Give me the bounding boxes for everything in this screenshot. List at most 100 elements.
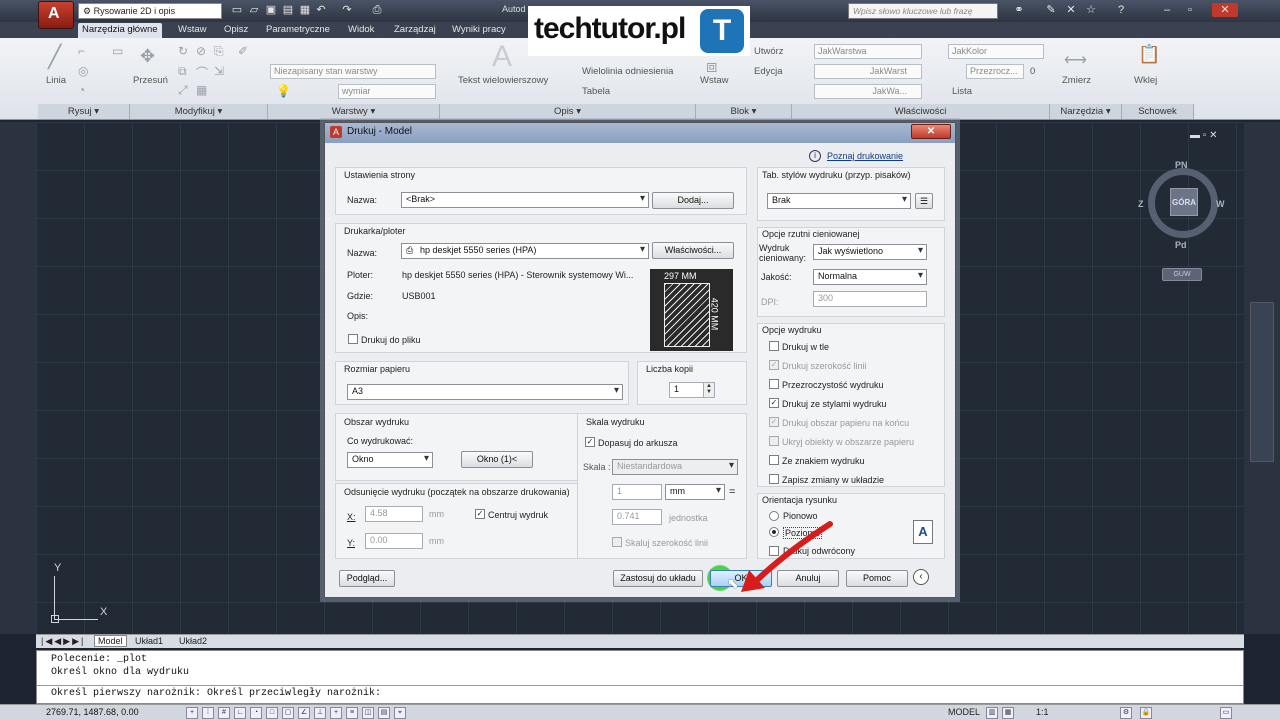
- quality-select[interactable]: Normalna: [813, 269, 927, 285]
- close-icon[interactable]: ✕: [1212, 3, 1238, 17]
- compass-north[interactable]: PN: [1175, 160, 1188, 170]
- plot-option-checkbox[interactable]: ✓: [769, 417, 779, 427]
- window-button[interactable]: Okno (1)<: [461, 451, 533, 468]
- center-plot-checkbox[interactable]: ✓: [475, 509, 485, 519]
- layer-state-select[interactable]: Niezapisany stan warstwy: [270, 64, 436, 79]
- shaded-plot-select[interactable]: Jak wyświetlono: [813, 244, 927, 260]
- panel-block[interactable]: Blok ▾: [696, 104, 792, 119]
- new-icon[interactable]: ▭: [230, 3, 244, 17]
- stretch-icon[interactable]: ⇲: [214, 64, 224, 78]
- wcs-menu[interactable]: GUW: [1162, 268, 1202, 281]
- exchange-icon[interactable]: ✕: [1064, 3, 1078, 17]
- snap-icon[interactable]: ⁞: [202, 707, 214, 719]
- viewcube-top-face[interactable]: GÓRA: [1170, 188, 1198, 216]
- star-icon[interactable]: ☆: [1084, 3, 1098, 17]
- qp-icon[interactable]: ▤: [378, 707, 390, 719]
- viewcube[interactable]: GÓRA PN Pd W Z: [1138, 160, 1225, 250]
- list-label[interactable]: Lista: [952, 86, 972, 97]
- layer-select[interactable]: wymiar: [338, 84, 436, 99]
- workspace-select[interactable]: ⚙ Rysowanie 2D i opis: [78, 3, 222, 19]
- plot-option-checkbox[interactable]: [769, 455, 779, 465]
- sc-icon[interactable]: ⌖: [394, 707, 406, 719]
- open-icon[interactable]: ▱: [247, 3, 261, 17]
- tab-layout2[interactable]: Układ2: [176, 636, 210, 646]
- scale-icon[interactable]: ⤢: [178, 83, 188, 98]
- tab-annotate[interactable]: Opisz: [220, 23, 252, 38]
- saveas-icon[interactable]: ▤: [281, 3, 295, 17]
- edit-label[interactable]: Edycja: [754, 66, 783, 77]
- polyline-icon[interactable]: ⌐: [78, 44, 85, 58]
- layer-property-select[interactable]: JakWarstwa: [814, 44, 922, 59]
- compass-east[interactable]: W: [1216, 199, 1225, 209]
- lightbulb-icon[interactable]: 💡: [276, 84, 291, 98]
- workspace-switch-icon[interactable]: ⚙: [1120, 707, 1132, 719]
- help-link[interactable]: Poznaj drukowanie: [827, 151, 903, 161]
- save-icon[interactable]: ▣: [264, 3, 278, 17]
- trim-icon[interactable]: ⊘: [196, 44, 206, 58]
- search-input[interactable]: Wpisz słowo kluczowe lub frazę: [848, 3, 998, 19]
- compass-west[interactable]: Z: [1138, 199, 1144, 209]
- redo-icon[interactable]: ↷: [340, 3, 354, 17]
- model-space-label[interactable]: MODEL: [948, 707, 980, 717]
- fillet-icon[interactable]: ⌒: [196, 64, 208, 81]
- quickview-layouts-icon[interactable]: ▥: [986, 707, 998, 719]
- tools-icon[interactable]: ✎: [1044, 3, 1058, 17]
- tab-layout1[interactable]: Układ1: [132, 636, 166, 646]
- scale-value1-input[interactable]: 1: [612, 484, 662, 500]
- clean-screen-icon[interactable]: ▭: [1220, 707, 1232, 719]
- text-icon[interactable]: A: [492, 40, 512, 74]
- panel-draw[interactable]: Rysuj ▾: [38, 104, 130, 119]
- dpi-input[interactable]: 300: [813, 291, 927, 307]
- tab-scroll-icon[interactable]: |◀◀▶▶|: [38, 636, 88, 647]
- table-label[interactable]: Tabela: [582, 86, 610, 97]
- tab-manage[interactable]: Zarządzaj: [390, 23, 440, 38]
- scale-lineweights-checkbox[interactable]: [612, 537, 622, 547]
- command-prompt[interactable]: Określ pierwszy narożnik: Określ przeciw…: [51, 688, 381, 699]
- paste-icon[interactable]: 📋: [1138, 44, 1160, 65]
- collapse-arrow-icon[interactable]: ‹: [913, 569, 929, 585]
- viewport-controls-icon[interactable]: ▬ ▫ ✕: [1190, 130, 1217, 141]
- copy-icon[interactable]: ⎘: [214, 44, 224, 59]
- application-menu-button[interactable]: A: [38, 1, 74, 29]
- nav-toolbar[interactable]: [1250, 302, 1274, 462]
- measure-icon[interactable]: ⟷: [1064, 50, 1087, 70]
- panel-layers[interactable]: Warstwy ▾: [268, 104, 440, 119]
- plot-option-checkbox[interactable]: [769, 379, 779, 389]
- mirror-icon[interactable]: ⧉: [178, 64, 187, 79]
- circle-icon[interactable]: ◎: [78, 64, 88, 78]
- lineweight-icon[interactable]: ≡: [346, 707, 358, 719]
- 3dosnap-icon[interactable]: ▢: [282, 707, 294, 719]
- apply-to-layout-button[interactable]: Zastosuj do układu: [613, 570, 703, 587]
- panel-annotation[interactable]: Opis ▾: [440, 104, 696, 119]
- help-button[interactable]: Pomoc: [846, 570, 908, 587]
- panel-utilities[interactable]: Narzędzia ▾: [1050, 104, 1122, 119]
- erase-icon[interactable]: ✐: [238, 44, 248, 58]
- cancel-button[interactable]: Anuluj: [777, 570, 839, 587]
- landscape-radio[interactable]: [769, 527, 779, 537]
- tab-model[interactable]: Model: [94, 635, 127, 647]
- undo-icon[interactable]: ↶: [314, 3, 328, 17]
- offset-y-input[interactable]: 0.00: [365, 533, 423, 549]
- plot-to-file-checkbox[interactable]: [348, 334, 358, 344]
- help-icon[interactable]: ?: [1114, 3, 1128, 17]
- color-select[interactable]: JakKolor: [948, 44, 1044, 59]
- otrack-icon[interactable]: ∠: [298, 707, 310, 719]
- quickview-drawings-icon[interactable]: ▦: [1002, 707, 1014, 719]
- compass-south[interactable]: Pd: [1175, 240, 1187, 250]
- panel-properties[interactable]: Właściwości: [792, 104, 1050, 119]
- mleader-label[interactable]: Wielolinia odniesienia: [582, 66, 673, 77]
- polar-icon[interactable]: ◔: [250, 707, 262, 719]
- tab-output[interactable]: Wyniki pracy: [448, 23, 510, 38]
- scale-value2-input[interactable]: 0.741: [612, 509, 662, 525]
- panel-modify[interactable]: Modyfikuj ▾: [130, 104, 268, 119]
- preview-button[interactable]: Podgląd...: [339, 570, 395, 587]
- printer-select[interactable]: ⎙ hp deskjet 5550 series (HPA): [401, 243, 649, 259]
- paper-size-select[interactable]: A3: [347, 384, 623, 400]
- plot-option-checkbox[interactable]: ✓: [769, 360, 779, 370]
- plot-icon[interactable]: ⎙: [370, 3, 384, 17]
- copies-spinner-icon[interactable]: ▲ ▼: [703, 383, 714, 397]
- scale-select[interactable]: Niestandardowa: [612, 459, 738, 475]
- move-icon[interactable]: ✥: [140, 46, 155, 67]
- transparency-icon[interactable]: ◫: [362, 707, 374, 719]
- array-icon[interactable]: ▦: [196, 83, 207, 97]
